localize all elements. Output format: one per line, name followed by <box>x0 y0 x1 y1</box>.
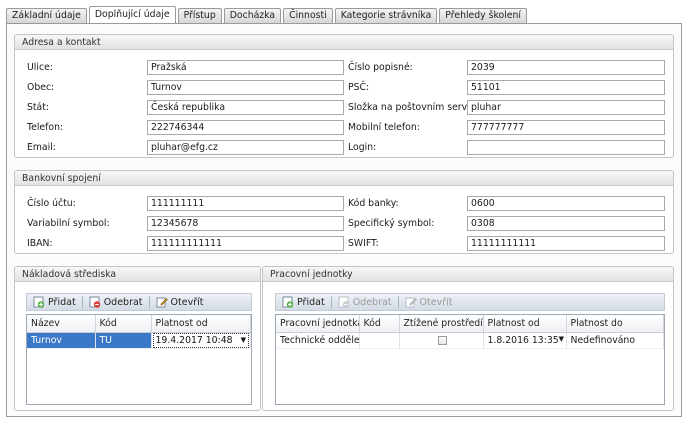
tab-panel: Adresa a kontakt Ulice: Pražská Obec: Tu… <box>6 23 682 417</box>
login-field[interactable] <box>467 140 665 155</box>
toolbar-separator <box>330 296 332 308</box>
tab-access[interactable]: Přístup <box>177 8 222 23</box>
house-number-label: Číslo popisné: <box>348 62 413 73</box>
toolbar-separator <box>148 296 150 308</box>
toolbar-separator <box>397 296 399 308</box>
tab-additional-info[interactable]: Doplňující údaje <box>88 6 176 23</box>
iban-field[interactable]: 111111111111 <box>147 236 344 251</box>
iban-label: IBAN: <box>27 238 53 249</box>
cost-center-name-cell[interactable]: Turnov <box>27 332 96 349</box>
work-unit-name-cell[interactable]: Technické oddělení <box>276 332 360 349</box>
remove-icon <box>338 296 349 308</box>
country-field[interactable]: Česká republika <box>147 100 344 115</box>
tab-attendance[interactable]: Docházka <box>223 8 282 23</box>
variable-symbol-label: Variabilní symbol: <box>27 218 110 229</box>
city-field[interactable]: Turnov <box>147 80 344 95</box>
login-label: Login: <box>348 142 377 153</box>
cost-centers-grid: Název Kód Platnost od Turnov TU 19.4.201… <box>26 314 252 405</box>
address-group-title: Adresa a kontakt <box>15 35 673 50</box>
cost-center-valid-from-editor[interactable]: 19.4.2017 10:48 ▼ <box>151 332 251 349</box>
mail-folder-label: Složka na poštovním serveru: <box>348 102 486 113</box>
street-field[interactable]: Pražská <box>147 60 344 75</box>
address-group: Adresa a kontakt Ulice: Pražská Obec: Tu… <box>14 34 674 158</box>
tab-basic-info[interactable]: Základní údaje <box>6 8 87 23</box>
country-label: Stát: <box>27 102 50 113</box>
variable-symbol-field[interactable]: 12345678 <box>147 216 344 231</box>
tab-activities[interactable]: Činnosti <box>283 8 333 23</box>
bank-group: Bankovní spojení Číslo účtu: 111111111 V… <box>14 170 674 254</box>
dropdown-arrow-icon[interactable]: ▼ <box>559 335 564 346</box>
cost-centers-group: Nákladová střediska Přidat Odebrat Otevř… <box>14 266 261 411</box>
specific-symbol-label: Specifický symbol: <box>348 218 435 229</box>
work-unit-code-cell[interactable] <box>359 332 400 349</box>
street-label: Ulice: <box>27 62 53 73</box>
column-header-name[interactable]: Název <box>27 315 96 333</box>
hard-environment-checkbox[interactable] <box>438 335 447 345</box>
account-number-label: Číslo účtu: <box>27 198 76 209</box>
table-row[interactable]: Turnov TU 19.4.2017 10:48 ▼ <box>27 332 251 349</box>
work-unit-add-button[interactable]: Přidat <box>282 296 325 308</box>
cost-centers-group-title: Nákladová střediska <box>15 267 260 282</box>
mobile-label: Mobilní telefon: <box>348 122 420 133</box>
bank-code-label: Kód banky: <box>348 198 399 209</box>
valid-from-value: 19.4.2017 10:48 <box>155 334 233 346</box>
work-units-toolbar: Přidat Odebrat Otevřít <box>275 293 665 311</box>
work-unit-remove-button[interactable]: Odebrat <box>338 296 392 308</box>
cost-centers-toolbar: Přidat Odebrat Otevřít <box>26 293 252 311</box>
work-unit-add-label: Přidat <box>297 296 325 308</box>
work-unit-valid-from-cell[interactable]: 1.8.2016 13:35 ▼ <box>483 332 567 349</box>
tab-training-overview[interactable]: Přehledy školení <box>439 8 527 23</box>
mobile-field[interactable]: 777777777 <box>467 120 665 135</box>
work-unit-open-label: Otevřít <box>419 296 453 308</box>
email-label: Email: <box>27 142 56 153</box>
column-header-work-unit[interactable]: Pracovní jednotka <box>276 315 360 333</box>
add-icon <box>282 296 294 308</box>
column-header-valid-from[interactable]: Platnost od <box>151 315 251 333</box>
tab-strip: Základní údaje Doplňující údaje Přístup … <box>6 6 529 23</box>
bank-code-field[interactable]: 0600 <box>467 196 665 211</box>
work-unit-valid-to-cell[interactable]: Nedefinováno <box>566 332 664 349</box>
column-header-code[interactable]: Kód <box>95 315 152 333</box>
toolbar-separator <box>81 296 83 308</box>
cost-center-add-label: Přidat <box>48 296 76 308</box>
work-units-grid: Pracovní jednotka Kód Ztížené prostředí … <box>275 314 665 405</box>
add-icon <box>33 296 45 308</box>
tab-diner-category[interactable]: Kategorie strávníka <box>334 8 438 23</box>
table-row[interactable]: Technické oddělení 1.8.2016 13:35 ▼ Nede… <box>276 332 664 349</box>
cost-center-remove-label: Odebrat <box>103 296 143 308</box>
bank-group-title: Bankovní spojení <box>15 171 673 186</box>
work-unit-open-button[interactable]: Otevřít <box>405 296 453 308</box>
email-field[interactable]: pluhar@efg.cz <box>147 140 344 155</box>
column-header-hard-environment[interactable]: Ztížené prostředí <box>399 315 484 333</box>
hard-environment-cell[interactable] <box>399 332 484 349</box>
dropdown-arrow-icon[interactable]: ▼ <box>241 336 246 344</box>
swift-field[interactable]: 11111111111 <box>467 236 665 251</box>
edit-icon <box>405 297 417 308</box>
specific-symbol-field[interactable]: 0308 <box>467 216 665 231</box>
phone-label: Telefon: <box>27 122 64 133</box>
zip-label: PSČ: <box>348 82 370 93</box>
zip-field[interactable]: 51101 <box>467 80 665 95</box>
cost-center-remove-button[interactable]: Odebrat <box>89 296 143 308</box>
work-units-group-title: Pracovní jednotky <box>263 267 673 282</box>
work-unit-remove-label: Odebrat <box>352 296 392 308</box>
edit-icon <box>156 297 168 308</box>
column-header-valid-from[interactable]: Platnost od <box>483 315 567 333</box>
swift-label: SWIFT: <box>348 238 379 249</box>
city-label: Obec: <box>27 82 55 93</box>
column-header-code[interactable]: Kód <box>359 315 400 333</box>
mail-folder-field[interactable]: pluhar <box>467 100 665 115</box>
valid-from-value: 1.8.2016 13:35 <box>487 334 559 346</box>
cost-center-open-label: Otevřít <box>170 296 204 308</box>
column-header-valid-to[interactable]: Platnost do <box>566 315 664 333</box>
phone-field[interactable]: 222746344 <box>147 120 344 135</box>
cost-center-open-button[interactable]: Otevřít <box>156 296 204 308</box>
account-number-field[interactable]: 111111111 <box>147 196 344 211</box>
house-number-field[interactable]: 2039 <box>467 60 665 75</box>
work-units-group: Pracovní jednotky Přidat Odebrat Otevřít… <box>262 266 674 411</box>
cost-center-add-button[interactable]: Přidat <box>33 296 76 308</box>
remove-icon <box>89 296 100 308</box>
cost-center-code-cell[interactable]: TU <box>95 332 152 349</box>
